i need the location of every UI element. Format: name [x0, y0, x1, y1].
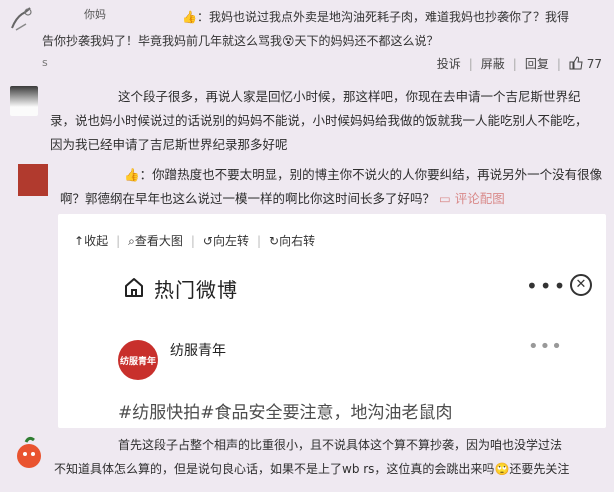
more-options-icon[interactable]: •••	[528, 336, 563, 357]
comment-text-line: 啊？郭德纲在早年也这么说过一模一样的啊比你这时间长多了好吗？	[60, 191, 436, 206]
close-icon[interactable]: ✕	[570, 274, 592, 296]
comment-actions: 投诉 | 屏蔽 | 回复 | 77	[437, 55, 602, 72]
image-viewer: ↑收起 | ⌕查看大图 | ↺向左转 | ↻向右转 热门微博 ••• ✕ 纺服青…	[58, 214, 606, 428]
image-toolbar: ↑收起 | ⌕查看大图 | ↺向左转 | ↻向右转	[74, 232, 315, 249]
more-options-icon[interactable]: •••	[526, 274, 567, 298]
page-title: 热门微博	[154, 278, 238, 302]
comment-image-link-label: 评论配图	[454, 191, 505, 206]
view-large-button[interactable]: ⌕查看大图	[128, 232, 183, 249]
comment-text-line: 因为我已经申请了吉尼斯世界纪录那多好呢	[50, 137, 288, 152]
thumbs-up-icon	[569, 56, 583, 70]
avatar[interactable]	[18, 164, 48, 196]
comment-text-line: 不知道具体怎么算的，但是说句良心话，如果不是上了wb rs，这位真的会跳出来吗	[54, 462, 495, 476]
emoji-icon: 😵	[282, 34, 295, 48]
comment-username[interactable]: 你妈	[84, 6, 106, 22]
block-button[interactable]: 屏蔽	[481, 55, 505, 72]
like-button[interactable]: 77	[569, 56, 602, 71]
comment-text-line: 首先这段子占整个相声的比重很小，且不说具体这个算不算抄袭，因为咱也没学过法	[118, 438, 563, 452]
account-name[interactable]: 纺服青年	[170, 340, 226, 360]
search-icon: ⌕	[128, 234, 135, 248]
like-count: 77	[586, 57, 602, 71]
divider: |	[116, 233, 121, 248]
comment-text-line: ：我妈也说过我点外卖是地沟油死耗子肉，难道我妈也抄袭你了？我得	[196, 10, 569, 24]
report-button[interactable]: 投诉	[437, 55, 461, 72]
emoji-icon: 👍	[182, 10, 197, 24]
comment-text-line: 这个段子很多，再说人家是回忆小时候，那这样吧，你现在去申请一个吉尼斯世界纪	[118, 89, 581, 104]
account-logo[interactable]: 纺服青年	[118, 340, 158, 380]
post-topic-text: #纺服快拍#食品安全要注意，地沟油老鼠肉	[118, 403, 453, 423]
comment-1: 你妈 👍：我妈也说过我点外卖是地沟油死耗子肉，难道我妈也抄袭你了？我得 告你抄袭…	[0, 0, 614, 80]
comment-text-line: 天下的妈妈还不都这么说？	[294, 34, 439, 48]
comment-text-line: 告你抄袭我妈了！毕竟我妈前几年就这么骂我	[42, 34, 283, 48]
image-icon: ▭	[439, 191, 451, 206]
divider: |	[556, 56, 561, 71]
comment-3: 👍：你蹭热度也不要太明显，别的博主你不说火的人你要纠结，再说另外一个没有很像 啊…	[0, 156, 614, 216]
avatar-sketch-icon[interactable]	[6, 4, 36, 34]
rotate-right-icon: ↻	[269, 234, 280, 248]
emoji-icon: 👍	[124, 167, 140, 182]
comment-text-line: 录，说也妈小时候说过的话说别的妈妈不能说，小时候妈妈给我做的饭就我一人能吃别人不…	[50, 113, 588, 128]
comment-text: 👍：你蹭热度也不要太明显，别的博主你不说火的人你要纠结，再说另外一个没有很像	[124, 164, 602, 183]
divider: |	[257, 233, 262, 248]
divider: |	[468, 56, 473, 71]
emoji-icon: 🙄	[494, 462, 510, 476]
cut-off-text: s	[42, 56, 48, 69]
comment-feed: 你妈 👍：我妈也说过我点外卖是地沟油死耗子肉，难道我妈也抄袭你了？我得 告你抄袭…	[0, 0, 614, 492]
comment-text: 啊？郭德纲在早年也这么说过一模一样的啊比你这时间长多了好吗？ ▭ 评论配图	[60, 188, 505, 207]
comment-image-link[interactable]: ▭ 评论配图	[439, 191, 505, 206]
comment-2: 这个段子很多，再说人家是回忆小时候，那这样吧，你现在去申请一个吉尼斯世界纪 录，…	[0, 80, 614, 160]
home-icon[interactable]	[124, 276, 144, 298]
reply-button[interactable]: 回复	[525, 55, 549, 72]
avatar[interactable]	[10, 86, 38, 116]
divider: |	[512, 56, 517, 71]
rotate-right-button[interactable]: ↻向右转	[269, 232, 315, 249]
comment-text-line: 还要先关注	[509, 462, 570, 476]
comment-4: 首先这段子占整个相声的比重很小，且不说具体这个算不算抄袭，因为咱也没学过法 不知…	[0, 430, 614, 492]
up-arrow-icon: ↑	[74, 234, 85, 248]
comment-text-line: ：你蹭热度也不要太明显，别的博主你不说火的人你要纠结，再说另外一个没有很像	[139, 167, 603, 182]
view-large-label: 查看大图	[134, 234, 183, 248]
rotate-left-icon: ↺	[202, 234, 213, 248]
comment-text: 不知道具体怎么算的，但是说句良心话，如果不是上了wb rs，这位真的会跳出来吗🙄…	[54, 460, 569, 477]
rotate-left-label: 向左转	[212, 234, 249, 248]
rotate-right-label: 向右转	[279, 234, 316, 248]
collapse-label: 收起	[84, 234, 109, 248]
comment-text: 👍：我妈也说过我点外卖是地沟油死耗子肉，难道我妈也抄袭你了？我得	[182, 8, 569, 25]
comment-text: 告你抄袭我妈了！毕竟我妈前几年就这么骂我😵天下的妈妈还不都这么说？	[42, 32, 439, 49]
comment-text: 首先这段子占整个相声的比重很小，且不说具体这个算不算抄袭，因为咱也没学过法	[118, 436, 562, 453]
rotate-left-button[interactable]: ↺向左转	[203, 232, 249, 249]
avatar[interactable]	[14, 434, 44, 470]
collapse-button[interactable]: ↑收起	[74, 232, 108, 249]
divider: |	[190, 233, 195, 248]
